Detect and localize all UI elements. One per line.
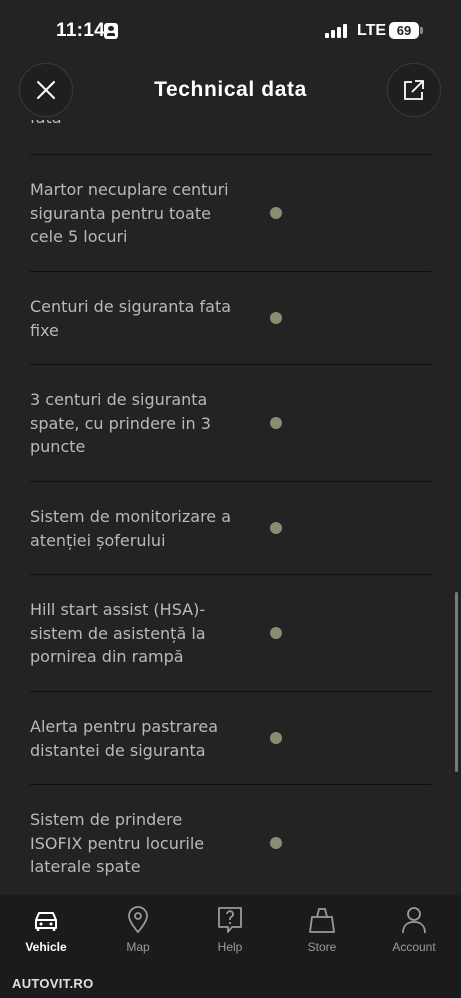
tab-help[interactable]: Help: [184, 895, 276, 965]
contact-card-icon: [104, 23, 118, 39]
list-item: Alerta pentru pastrarea distantei de sig…: [0, 692, 461, 785]
included-dot-icon: [270, 312, 282, 324]
included-dot-icon: [270, 417, 282, 429]
tab-store[interactable]: Store: [276, 895, 368, 965]
feature-label: Sistem de monitorizare a atenției șoferu…: [30, 507, 232, 550]
feature-label: Centuri de siguranta fata fixe: [30, 297, 232, 340]
brand-bar: AUTOVIT.RO: [0, 965, 461, 998]
included-dot-icon: [270, 732, 282, 744]
tab-label: Account: [392, 940, 436, 954]
list-item: fata: [0, 120, 461, 155]
battery-tip: [420, 27, 423, 34]
tab-label: Store: [307, 940, 337, 954]
included-dot-icon: [270, 207, 282, 219]
tab-map[interactable]: Map: [92, 895, 184, 965]
tab-label: Help: [217, 940, 243, 954]
tab-label: Vehicle: [25, 940, 67, 954]
map-pin-icon: [128, 906, 148, 934]
header: Technical data: [0, 60, 461, 120]
tab-label: Map: [126, 940, 150, 954]
feature-label: fata: [30, 120, 235, 130]
feature-label: 3 centuri de siguranta spate, cu prinder…: [30, 390, 211, 456]
help-icon: [218, 907, 242, 933]
share-icon: [404, 80, 424, 100]
battery-icon: 69: [389, 22, 419, 39]
tab-account[interactable]: Account: [368, 895, 460, 965]
list-item: Centuri de siguranta fata fixe: [0, 272, 461, 365]
list-item: Hill start assist (HSA)-sistem de asiste…: [0, 575, 461, 692]
technical-data-list[interactable]: fata Martor necuplare centuri siguranta …: [0, 120, 461, 895]
feature-label: Alerta pentru pastrarea distantei de sig…: [30, 717, 219, 760]
list-item: Martor necuplare centuri siguranta pentr…: [0, 155, 461, 272]
status-bar: 11:14 LTE 69: [0, 0, 461, 60]
user-icon: [402, 907, 426, 934]
feature-list: fata Martor necuplare centuri siguranta …: [0, 120, 461, 895]
feature-label: Hill start assist (HSA)-sistem de asiste…: [30, 600, 206, 666]
list-item: Sistem de prindere ISOFIX pentru locuril…: [0, 785, 461, 895]
feature-label: Martor necuplare centuri siguranta pentr…: [30, 180, 229, 246]
brand-watermark: AUTOVIT.RO: [12, 976, 94, 991]
list-item: 3 centuri de siguranta spate, cu prinder…: [0, 365, 461, 482]
included-dot-icon: [270, 837, 282, 849]
status-time: 11:14: [56, 20, 106, 41]
tab-vehicle[interactable]: Vehicle: [0, 895, 92, 965]
included-dot-icon: [270, 522, 282, 534]
list-item: Sistem de monitorizare a atenției șoferu…: [0, 482, 461, 575]
included-dot-icon: [270, 627, 282, 639]
scrollbar[interactable]: [455, 592, 458, 772]
network-type: LTE: [357, 22, 387, 39]
feature-label: Sistem de prindere ISOFIX pentru locuril…: [30, 810, 205, 876]
bottom-tab-bar: Vehicle Map Help Store Account: [0, 895, 461, 965]
shopping-bag-icon: [309, 908, 335, 933]
share-button[interactable]: [387, 63, 441, 117]
signal-icon: [325, 24, 349, 38]
car-icon: [35, 912, 57, 931]
